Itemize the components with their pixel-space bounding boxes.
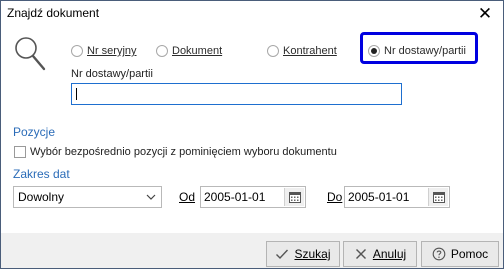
radio-label: Dokument	[172, 45, 223, 57]
search-field-label: Nr dostawy/partii	[71, 68, 153, 80]
delivery-batch-number-input[interactable]	[71, 83, 402, 105]
radio-label: Kontrahent	[283, 45, 337, 57]
to-date-input[interactable]: 2005-01-01	[344, 186, 450, 208]
title-bar: Znajdź dokument ✕	[1, 1, 503, 27]
help-button[interactable]: Pomoc	[421, 241, 499, 267]
from-date-value: 2005-01-01	[204, 190, 266, 204]
radio-serial-number[interactable]: Nr seryjny	[71, 43, 137, 59]
radio-button[interactable]	[71, 45, 83, 57]
radio-label: Nr seryjny	[87, 45, 137, 57]
date-range-section-title: Zakres dat	[13, 167, 70, 181]
direct-select-checkbox[interactable]	[14, 146, 26, 158]
from-date-label: Od	[179, 190, 196, 204]
to-date-label: Do	[327, 190, 343, 204]
search-button-label: Szukaj	[294, 247, 331, 261]
from-date-calendar-button[interactable]	[284, 188, 304, 206]
text-caret	[76, 88, 77, 100]
cancel-button-label: Anuluj	[372, 247, 407, 261]
radio-document[interactable]: Dokument	[156, 43, 222, 59]
from-date-input[interactable]: 2005-01-01	[200, 186, 306, 208]
help-button-label: Pomoc	[450, 247, 489, 261]
to-date-value: 2005-01-01	[348, 190, 410, 204]
radio-button[interactable]	[156, 45, 168, 57]
focus-highlight	[360, 32, 478, 64]
cancel-button[interactable]: Anuluj	[343, 241, 417, 267]
positions-section-title: Pozycje	[13, 125, 56, 139]
date-range-mode-select[interactable]: Dowolny	[13, 186, 162, 208]
checkmark-icon	[276, 249, 289, 260]
direct-select-option[interactable]: Wybór bezpośrednio pozycji z pominięciem…	[14, 146, 337, 158]
radio-button[interactable]	[267, 45, 279, 57]
direct-select-label: Wybór bezpośrednio pozycji z pominięciem…	[30, 146, 337, 158]
date-range-mode-value: Dowolny	[18, 190, 65, 204]
calendar-icon	[433, 192, 445, 203]
magnifier-icon	[15, 37, 46, 71]
close-button[interactable]: ✕	[475, 4, 495, 24]
close-icon	[355, 249, 366, 259]
search-button[interactable]: Szukaj	[266, 241, 340, 267]
radio-contractor[interactable]: Kontrahent	[267, 43, 337, 59]
to-date-calendar-button[interactable]	[428, 188, 448, 206]
dialog-title: Znajdź dokument	[7, 6, 100, 20]
chevron-down-icon	[146, 194, 156, 200]
find-document-dialog: Znajdź dokument ✕ Nr seryjny Dokument Ko…	[0, 0, 504, 269]
calendar-icon	[289, 192, 301, 203]
help-icon	[432, 247, 446, 261]
